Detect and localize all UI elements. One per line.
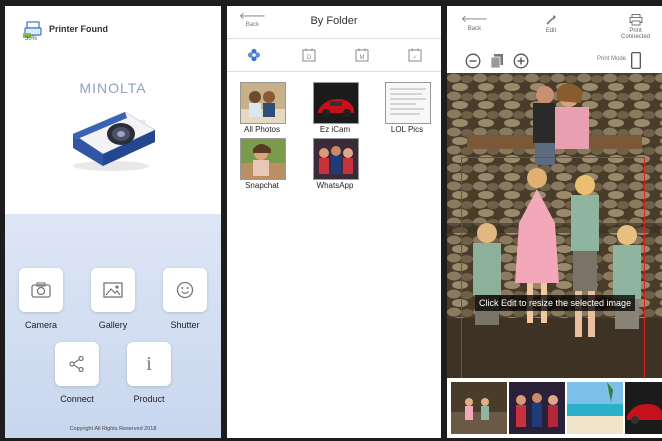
edit-label: Edit: [545, 28, 557, 34]
minus-circle-icon: [465, 53, 481, 69]
camera-button[interactable]: [19, 268, 63, 312]
calendar-d-icon: D: [302, 48, 316, 62]
gallery-icon: [103, 282, 123, 298]
folder-header: 🡐 Back By Folder: [227, 6, 441, 39]
copies-button[interactable]: [490, 53, 504, 74]
print-status: Connected: [621, 34, 651, 40]
folder-all-photos[interactable]: [240, 82, 286, 124]
folder-thumbnail: [314, 139, 358, 179]
connect-label: Connect: [60, 394, 94, 404]
plus-circle-icon: [513, 53, 529, 69]
wrench-icon: [546, 15, 556, 25]
tab-month[interactable]: M: [355, 48, 369, 62]
thumbnail-strip: [447, 378, 662, 438]
page-title: By Folder: [310, 15, 358, 27]
folder-thumbnail: [314, 83, 358, 123]
folder-snapchat[interactable]: [240, 138, 286, 180]
folder-label: WhatsApp: [316, 181, 354, 190]
folder-whatsapp[interactable]: [313, 138, 359, 180]
home-header-area: 30% Printer Found MINOLTA: [5, 6, 221, 214]
share-icon: [69, 355, 84, 373]
product-label: Product: [133, 394, 165, 404]
print-mode-label: Print Mode: [597, 56, 627, 62]
tab-all[interactable]: [247, 48, 261, 62]
editor-header: 🡐 Back Edit Print Connected: [447, 6, 662, 48]
strip-thumbnail[interactable]: [625, 382, 662, 434]
shutter-label: Shutter: [170, 320, 200, 330]
home-menu: Camera Gallery Shutter Connect i Product…: [5, 214, 221, 438]
strip-thumbnail[interactable]: [451, 382, 507, 434]
back-button[interactable]: 🡐 Back: [461, 14, 488, 32]
smiley-icon: [176, 281, 194, 299]
zoom-in-button[interactable]: [513, 53, 529, 74]
camera-product-image: [63, 104, 163, 179]
battery-level: 30%: [25, 36, 38, 42]
connect-button[interactable]: [55, 342, 99, 386]
back-arrow-icon: 🡐: [461, 14, 488, 25]
copyright-text: Copyright All Rights Reserved 2018: [69, 426, 157, 432]
calendar-check-icon: ✓: [408, 48, 422, 62]
strip-thumbnail[interactable]: [509, 382, 565, 434]
zoom-toolbar: Print Mode: [447, 50, 662, 72]
folder-label: Ez iCam: [319, 125, 351, 134]
zoom-out-button[interactable]: [465, 53, 481, 74]
editor-screen: 🡐 Back Edit Print Connected Print Mode C…: [447, 6, 662, 438]
product-button[interactable]: i: [127, 342, 171, 386]
folder-tabs: D M ✓: [227, 39, 441, 72]
svg-text:M: M: [360, 55, 365, 61]
printer-icon: [629, 14, 643, 26]
gallery-button[interactable]: [91, 268, 135, 312]
edit-tooltip: Click Edit to resize the selected image: [475, 295, 636, 311]
folder-thumbnail: [241, 83, 285, 123]
thumbnail-image: [509, 382, 565, 434]
home-screen: 30% Printer Found MINOLTA Camera Gallery…: [5, 6, 221, 438]
print-button[interactable]: Print Connected: [621, 14, 650, 40]
flower-icon: [247, 48, 261, 62]
camera-label: Camera: [24, 320, 57, 330]
camera-icon: [31, 282, 51, 298]
strip-thumbnail[interactable]: [567, 382, 623, 434]
folder-label: LOL Pics: [390, 125, 424, 134]
printer-status-text: Printer Found: [49, 24, 108, 34]
folder-lol-pics[interactable]: [385, 82, 431, 124]
back-label: Back: [467, 26, 482, 32]
thumbnail-image: [567, 382, 623, 434]
folder-ez-icam[interactable]: [313, 82, 359, 124]
tab-day[interactable]: D: [302, 48, 316, 62]
folder-label: Snapchat: [245, 181, 279, 190]
folder-screen: 🡐 Back By Folder D M ✓ All Photos Ez iCa…: [227, 6, 441, 438]
shutter-button[interactable]: [163, 268, 207, 312]
print-selection-frame[interactable]: [461, 157, 645, 378]
brand-logo: MINOLTA: [79, 80, 147, 96]
folder-label: All Photos: [243, 125, 281, 134]
calendar-m-icon: M: [355, 48, 369, 62]
folder-thumbnail: [241, 139, 285, 179]
copies-icon: [490, 54, 503, 69]
printer-status-icon: [23, 20, 49, 46]
print-mode-toggle[interactable]: [631, 52, 641, 74]
svg-text:✓: ✓: [412, 54, 417, 61]
portrait-icon: [631, 52, 641, 69]
edit-button[interactable]: Edit: [545, 14, 557, 34]
gallery-label: Gallery: [98, 320, 128, 330]
thumbnail-image: [451, 382, 507, 434]
thumbnail-image: [625, 382, 662, 434]
folder-thumbnail: [386, 83, 430, 123]
svg-text:D: D: [307, 55, 312, 61]
info-icon: i: [146, 352, 152, 375]
selected-photo[interactable]: Click Edit to resize the selected image: [447, 73, 662, 378]
tab-custom[interactable]: ✓: [408, 48, 422, 62]
